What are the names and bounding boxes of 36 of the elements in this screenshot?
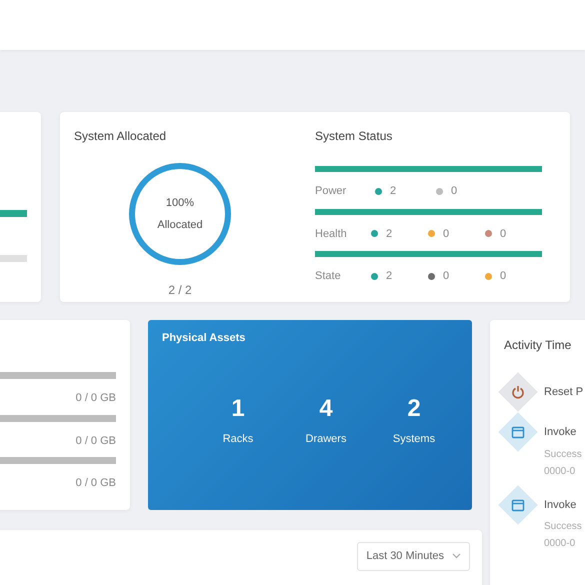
status-count: 2 — [386, 269, 392, 284]
stat-value: 4 — [319, 396, 333, 420]
status-count: 0 — [500, 226, 506, 242]
status-count: 0 — [500, 269, 506, 284]
status-label: Health — [315, 226, 348, 242]
event-title: Invoke — [544, 498, 578, 512]
status-count: 2 — [390, 184, 396, 199]
event-title: Reset P — [544, 385, 584, 400]
event-status: Success — [544, 448, 582, 462]
card-title: Physical Assets — [162, 331, 246, 346]
stat-value: 1 — [231, 396, 245, 420]
status-count: 0 — [451, 184, 458, 199]
event-title: Invoke — [544, 425, 578, 440]
status-label: State — [315, 269, 342, 284]
card-title: System Allocated — [74, 128, 166, 145]
storage-reading: 0 / 0 GB — [76, 391, 116, 406]
status-count: 2 — [386, 226, 392, 242]
stat-label: Racks — [222, 432, 254, 446]
range-select[interactable]: Last 30 Minutes — [357, 542, 470, 570]
event-time: 0000-0 — [544, 537, 576, 551]
status-count: 0 — [443, 226, 450, 242]
percent-text: 100% — [166, 196, 194, 210]
event-status: Success — [544, 520, 582, 534]
status-count: 0 — [443, 269, 450, 284]
event-time: 0000-0 — [544, 464, 576, 478]
storage-reading: 0 / 0 GB — [76, 434, 116, 448]
caret-icon — [452, 553, 461, 560]
stat-label: Systems — [392, 432, 436, 446]
count-text: 2 / 2 — [168, 282, 192, 299]
card-title: System Status — [315, 128, 394, 145]
status-label: Power — [315, 184, 348, 199]
stat-value: 2 — [407, 396, 421, 420]
storage-reading: 0 / 0 GB — [76, 476, 116, 491]
allocated-label: Allocated — [157, 218, 203, 233]
stat-label: Drawers — [306, 432, 346, 446]
card-title: Activity Time — [504, 337, 572, 354]
